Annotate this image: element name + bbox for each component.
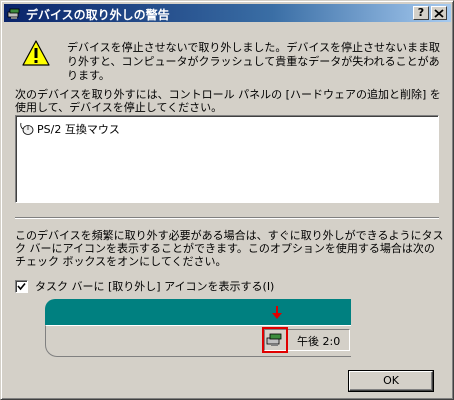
tray-clock: 午後 2:0 <box>297 335 341 348</box>
eject-hardware-icon <box>7 8 20 19</box>
taskbar-preview: 午後 2:0 <box>45 299 351 363</box>
show-icon-checkbox-label: タスク バーに [取り外し] アイコンを表示する(I) <box>35 280 275 293</box>
title-bar[interactable]: デバイスの取り外しの警告 ? <box>4 4 451 22</box>
close-button[interactable] <box>431 6 447 20</box>
checkmark-icon <box>17 282 26 290</box>
dialog-window: デバイスの取り外しの警告 ? デバイスを停止させないで取り外しました。デバイスを… <box>0 0 454 400</box>
description-text: このデバイスを頻繁に取り外す必要がある場合は、すぐに取り外しができるようにタスク… <box>15 229 444 268</box>
warning-icon <box>22 40 50 66</box>
instruction-text: 次のデバイスを取り外すには、コントロール パネルの [ハードウェアの追加と削除]… <box>15 88 441 114</box>
ok-button[interactable]: OK <box>348 370 434 392</box>
eject-hardware-icon <box>266 333 282 346</box>
show-icon-checkbox-row[interactable]: タスク バーに [取り外し] アイコンを表示する(I) <box>15 278 274 294</box>
red-arrow-icon <box>272 306 282 319</box>
warning-message: デバイスを停止させないで取り外しました。デバイスを停止させないまま取り外すと、コ… <box>67 41 441 82</box>
window-title: デバイスの取り外しの警告 <box>26 8 170 22</box>
system-tray: 午後 2:0 <box>262 327 350 353</box>
show-icon-checkbox[interactable] <box>15 279 28 293</box>
close-icon <box>434 9 444 18</box>
separator <box>15 217 439 219</box>
taskbar: 午後 2:0 <box>45 325 351 357</box>
mouse-icon <box>20 122 34 135</box>
device-listbox[interactable]: PS/2 互換マウス <box>15 115 439 203</box>
list-item[interactable]: PS/2 互換マウス <box>19 121 120 137</box>
tray-highlight <box>262 327 288 353</box>
help-button[interactable]: ? <box>413 6 429 20</box>
device-label: PS/2 互換マウス <box>37 123 120 136</box>
desktop-area <box>45 299 351 325</box>
